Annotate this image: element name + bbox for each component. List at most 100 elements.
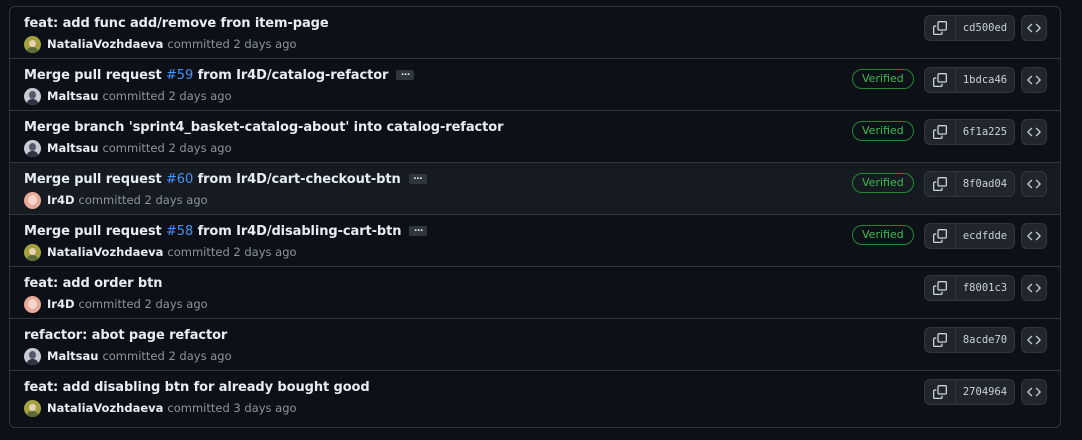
sha-button-group: ecdfdde	[924, 223, 1015, 249]
browse-repo-button[interactable]	[1021, 275, 1047, 301]
commit-title[interactable]: feat: add order btn	[24, 276, 162, 291]
commit-meta: NataliaVozhdaeva committed 2 days ago	[24, 243, 297, 261]
avatar[interactable]	[24, 243, 41, 261]
commit-time: committed 2 days ago	[102, 141, 232, 155]
copy-sha-button[interactable]	[925, 224, 956, 248]
author-link[interactable]: Ir4D	[47, 297, 75, 311]
commit-sha-link[interactable]: 2704964	[956, 380, 1014, 404]
browse-repo-button[interactable]	[1021, 15, 1047, 41]
author-link[interactable]: NataliaVozhdaeva	[47, 401, 163, 415]
copy-icon	[933, 385, 947, 399]
commit-row: Merge branch 'sprint4_basket-catalog-abo…	[10, 111, 1060, 163]
copy-sha-button[interactable]	[925, 16, 956, 40]
commit-list: feat: add func add/remove fron item-page…	[9, 6, 1061, 428]
avatar[interactable]	[24, 35, 41, 53]
commit-time: committed 2 days ago	[102, 89, 232, 103]
commit-sha-link[interactable]: 8acde70	[956, 328, 1014, 352]
expand-message-button[interactable]: …	[396, 68, 415, 80]
copy-sha-button[interactable]	[925, 380, 956, 404]
avatar[interactable]	[24, 139, 41, 157]
sha-button-group: 6f1a225	[924, 119, 1015, 145]
commit-time: committed 2 days ago	[102, 349, 232, 363]
avatar[interactable]	[24, 295, 41, 313]
copy-icon	[933, 73, 947, 87]
commit-title[interactable]: Merge branch 'sprint4_basket-catalog-abo…	[24, 120, 503, 135]
commit-sha-link[interactable]: 1bdca46	[956, 68, 1014, 92]
copy-sha-button[interactable]	[925, 172, 956, 196]
avatar[interactable]	[24, 347, 41, 365]
author-link[interactable]: Maltsau	[47, 141, 98, 155]
browse-repo-button[interactable]	[1021, 327, 1047, 353]
author-link[interactable]: Maltsau	[47, 349, 98, 363]
commit-meta: NataliaVozhdaeva committed 2 days ago	[24, 35, 297, 53]
copy-sha-button[interactable]	[925, 68, 956, 92]
commit-row: feat: add func add/remove fron item-page…	[10, 7, 1060, 59]
copy-icon	[933, 177, 947, 191]
commit-meta: NataliaVozhdaeva committed 3 days ago	[24, 399, 297, 417]
browse-repo-button[interactable]	[1021, 119, 1047, 145]
commit-row: feat: add order btn Ir4D committed 2 day…	[10, 267, 1060, 319]
code-icon	[1027, 231, 1041, 241]
commit-title: Merge pull request #59 from Ir4D/catalog…	[24, 68, 415, 83]
browse-repo-button[interactable]	[1021, 171, 1047, 197]
copy-icon	[933, 281, 947, 295]
copy-icon	[933, 125, 947, 139]
commit-title-text[interactable]: Merge pull request	[24, 172, 166, 187]
sha-button-group: 8f0ad04	[924, 171, 1015, 197]
copy-sha-button[interactable]	[925, 276, 956, 300]
verified-badge[interactable]: Verified	[852, 121, 914, 141]
commit-title: Merge pull request #58 from Ir4D/disabli…	[24, 224, 428, 239]
commit-title-text[interactable]: Merge pull request	[24, 68, 166, 83]
commit-time: committed 3 days ago	[167, 401, 297, 415]
expand-message-button[interactable]: …	[409, 224, 428, 236]
commit-row: Merge pull request #60 from Ir4D/cart-ch…	[10, 163, 1060, 215]
sha-button-group: 2704964	[924, 379, 1015, 405]
author-link[interactable]: Ir4D	[47, 193, 75, 207]
commit-time: committed 2 days ago	[78, 297, 208, 311]
sha-button-group: cd500ed	[924, 15, 1015, 41]
commit-meta: Maltsau committed 2 days ago	[24, 87, 232, 105]
author-link[interactable]: NataliaVozhdaeva	[47, 37, 163, 51]
commit-title[interactable]: feat: add func add/remove fron item-page	[24, 16, 329, 31]
commit-sha-link[interactable]: 8f0ad04	[956, 172, 1014, 196]
commit-title-text[interactable]: from Ir4D/disabling-cart-btn	[193, 224, 402, 239]
verified-badge[interactable]: Verified	[852, 69, 914, 89]
avatar[interactable]	[24, 399, 41, 417]
browse-repo-button[interactable]	[1021, 379, 1047, 405]
copy-sha-button[interactable]	[925, 120, 956, 144]
verified-badge[interactable]: Verified	[852, 225, 914, 245]
pull-request-link[interactable]: #58	[166, 224, 193, 239]
commit-sha-link[interactable]: ecdfdde	[956, 224, 1014, 248]
verified-badge[interactable]: Verified	[852, 173, 914, 193]
commit-row: Merge pull request #59 from Ir4D/catalog…	[10, 59, 1060, 111]
commit-title-text[interactable]: from Ir4D/catalog-refactor	[193, 68, 389, 83]
code-icon	[1027, 75, 1041, 85]
pull-request-link[interactable]: #59	[166, 68, 193, 83]
author-link[interactable]: NataliaVozhdaeva	[47, 245, 163, 259]
commit-title-text[interactable]: Merge pull request	[24, 224, 166, 239]
code-icon	[1027, 127, 1041, 137]
browse-repo-button[interactable]	[1021, 223, 1047, 249]
avatar[interactable]	[24, 191, 41, 209]
commit-sha-link[interactable]: 6f1a225	[956, 120, 1014, 144]
avatar[interactable]	[24, 87, 41, 105]
copy-icon	[933, 333, 947, 347]
commit-title-text[interactable]: from Ir4D/cart-checkout-btn	[193, 172, 401, 187]
commit-row: Merge pull request #58 from Ir4D/disabli…	[10, 215, 1060, 267]
commit-sha-link[interactable]: cd500ed	[956, 16, 1014, 40]
expand-message-button[interactable]: …	[408, 172, 427, 184]
commit-title[interactable]: refactor: abot page refactor	[24, 328, 227, 343]
commit-time: committed 2 days ago	[78, 193, 208, 207]
pull-request-link[interactable]: #60	[166, 172, 193, 187]
commit-time: committed 2 days ago	[167, 37, 297, 51]
copy-icon	[933, 229, 947, 243]
code-icon	[1027, 179, 1041, 189]
author-link[interactable]: Maltsau	[47, 89, 98, 103]
commit-sha-link[interactable]: f8001c3	[956, 276, 1014, 300]
commit-meta: Ir4D committed 2 days ago	[24, 295, 208, 313]
commit-meta: Maltsau committed 2 days ago	[24, 139, 232, 157]
browse-repo-button[interactable]	[1021, 67, 1047, 93]
commit-title[interactable]: feat: add disabling btn for already boug…	[24, 380, 370, 395]
sha-button-group: f8001c3	[924, 275, 1015, 301]
copy-sha-button[interactable]	[925, 328, 956, 352]
